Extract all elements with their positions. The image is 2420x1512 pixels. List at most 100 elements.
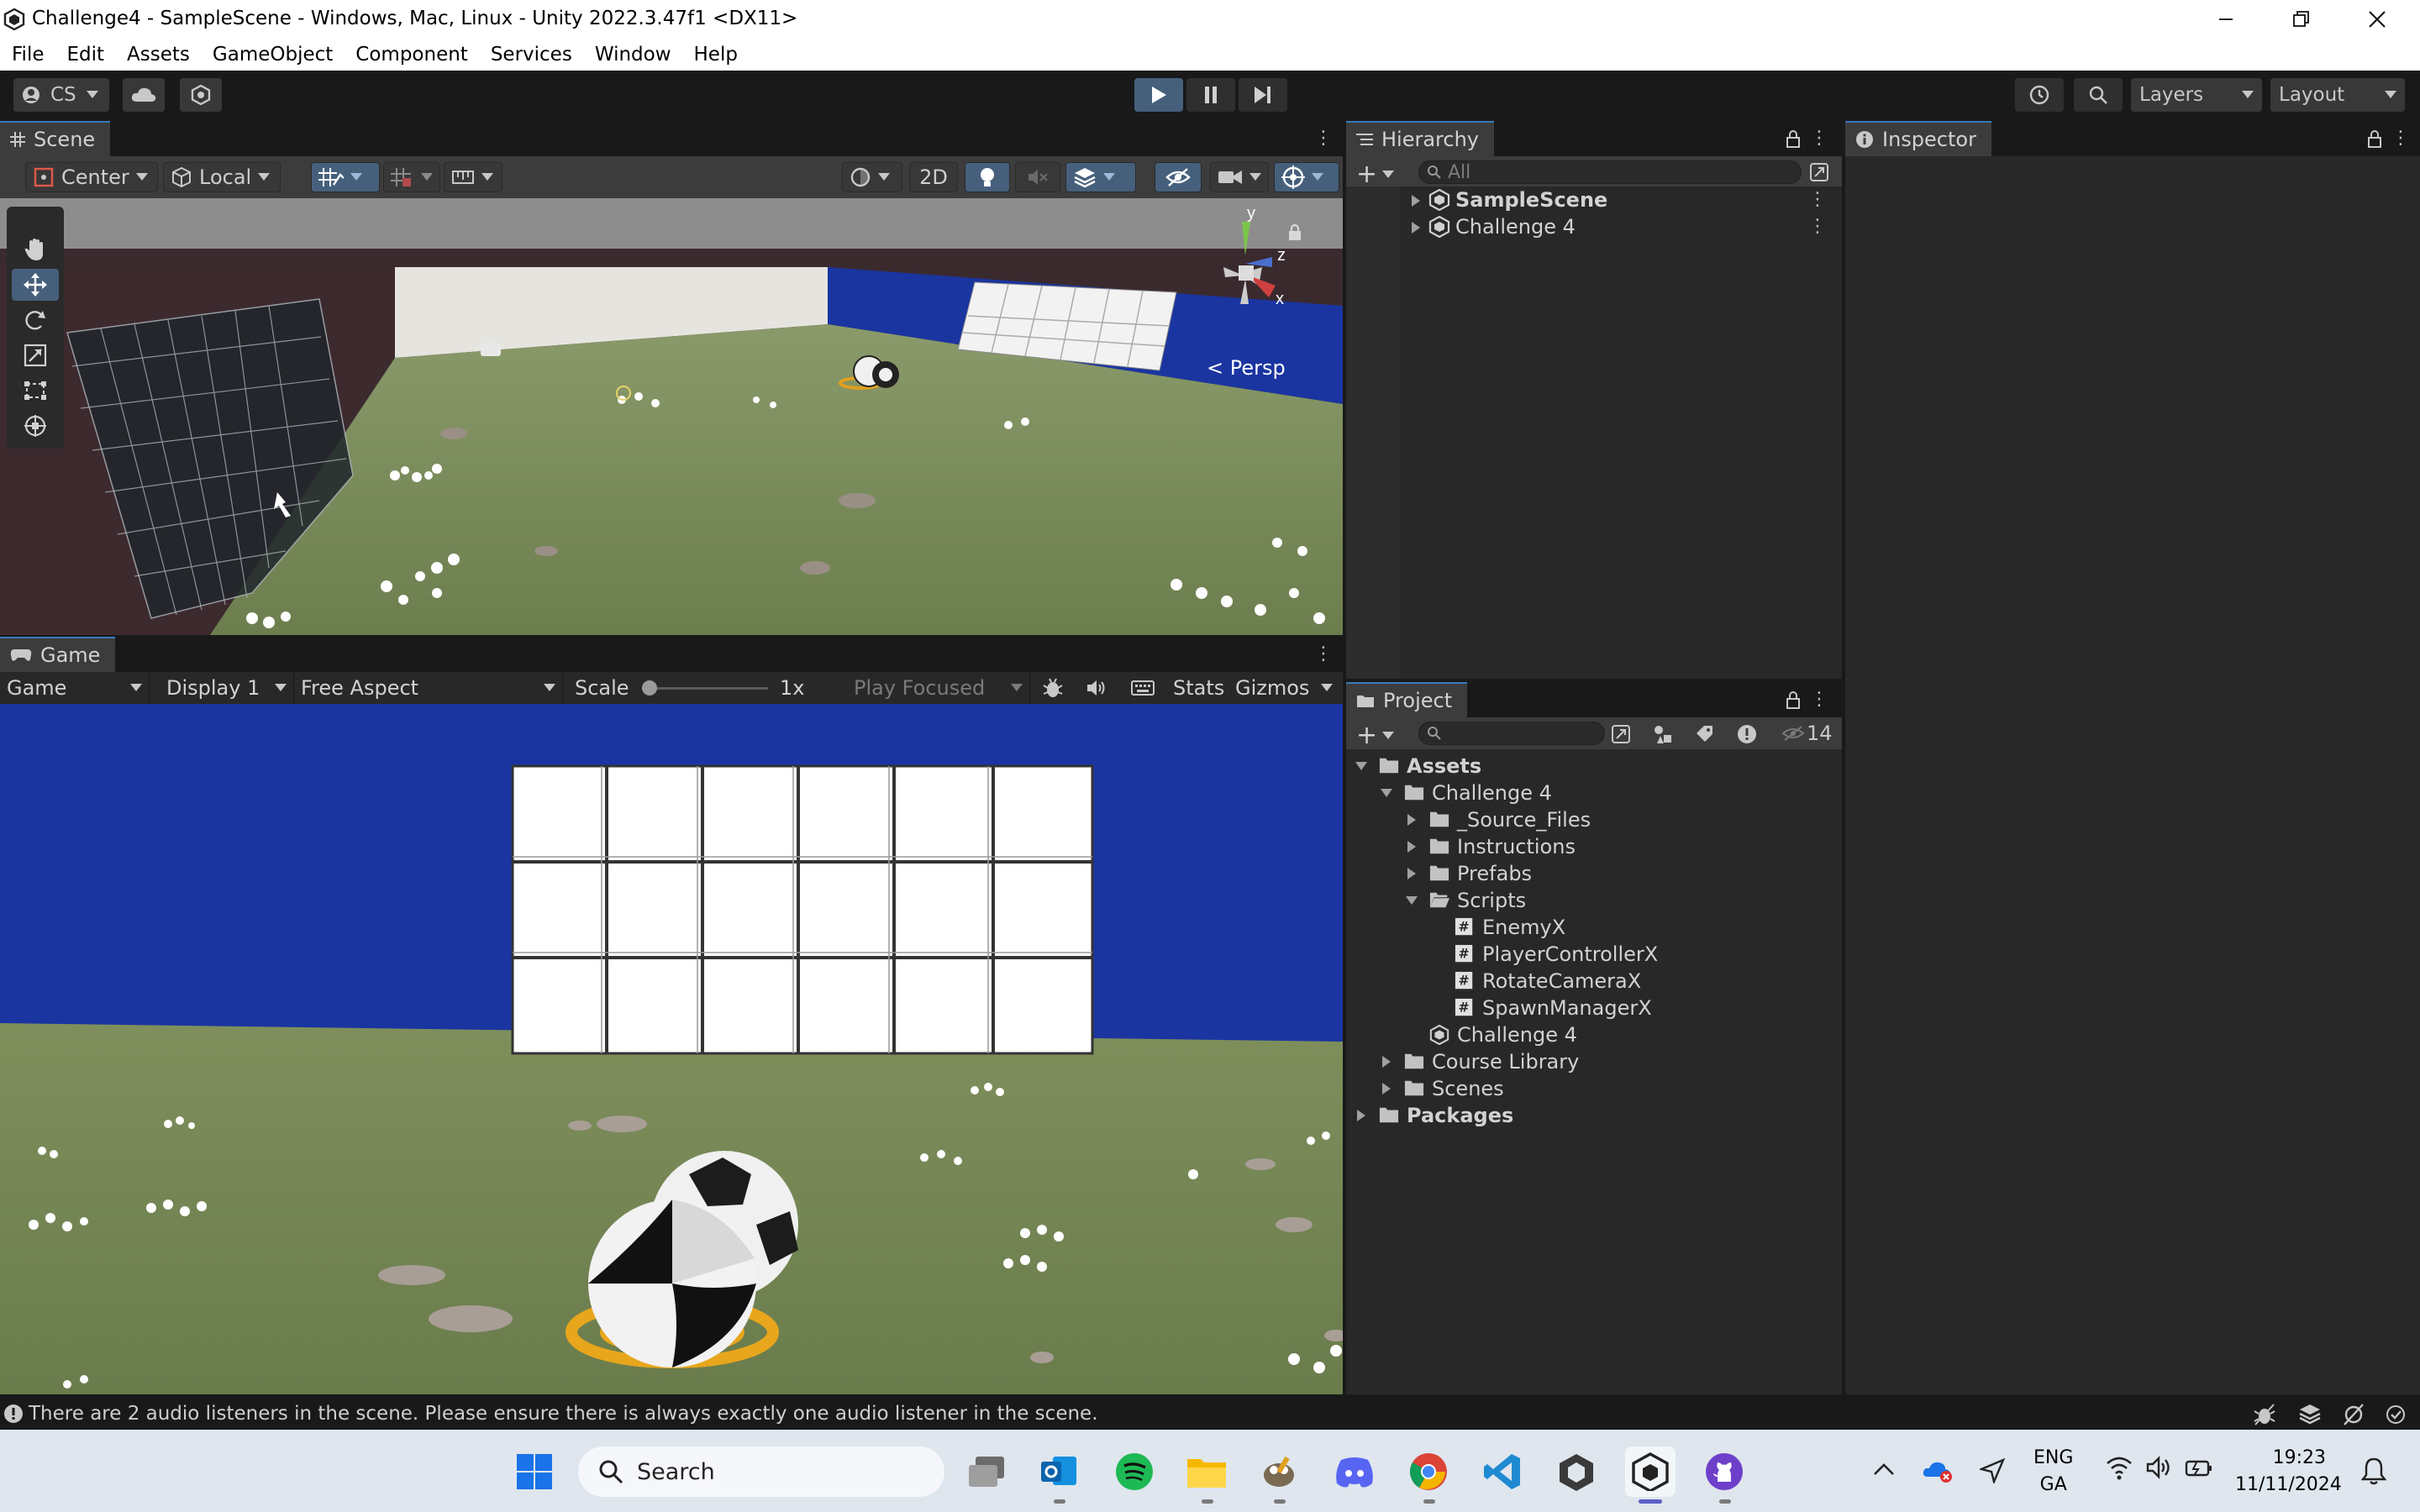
- tab-game[interactable]: Game: [0, 637, 116, 672]
- gimp-app[interactable]: [1254, 1446, 1304, 1504]
- unity-editor-app[interactable]: [1625, 1446, 1676, 1504]
- chevron-right-icon[interactable]: [1405, 867, 1418, 880]
- start-button[interactable]: [509, 1446, 560, 1497]
- create-dropdown[interactable]: +: [1356, 160, 1395, 189]
- search-scope-icon[interactable]: [1610, 723, 1632, 745]
- project-item-challenge4-folder[interactable]: Challenge 4: [1346, 780, 1842, 806]
- chevron-right-icon[interactable]: [1408, 220, 1423, 235]
- menu-gameobject[interactable]: GameObject: [213, 44, 333, 66]
- gizmos-dropdown-arrow[interactable]: [1321, 672, 1333, 704]
- tab-scene[interactable]: Scene: [0, 121, 111, 156]
- notifications-bell-icon[interactable]: [2361, 1457, 2386, 1485]
- debug-mode-icon[interactable]: [2252, 1403, 2277, 1426]
- chevron-down-icon[interactable]: [1380, 786, 1393, 800]
- hidden-packages-eye-icon[interactable]: [1781, 725, 1805, 742]
- pause-button[interactable]: [1186, 78, 1235, 112]
- display-dropdown[interactable]: Display 1: [160, 672, 294, 704]
- gizmo-lock-icon[interactable]: [1287, 223, 1302, 242]
- chevron-right-icon[interactable]: [1380, 1082, 1393, 1095]
- chevron-right-icon[interactable]: [1408, 193, 1423, 208]
- chevron-up-icon[interactable]: [1872, 1460, 1896, 1478]
- move-tool[interactable]: [12, 269, 59, 301]
- system-clock[interactable]: 19:23 11/11/2024: [2235, 1445, 2342, 1499]
- chevron-down-icon[interactable]: [1355, 759, 1368, 773]
- pivot-rotation-dropdown[interactable]: Local: [163, 162, 281, 192]
- create-asset-dropdown[interactable]: +: [1356, 721, 1395, 750]
- filter-by-type-icon[interactable]: [1652, 723, 1674, 745]
- tab-inspector[interactable]: Inspector: [1845, 121, 1991, 156]
- unity-hub-app[interactable]: [1551, 1446, 1602, 1497]
- lock-icon[interactable]: [1783, 689, 1803, 711]
- game-viewport[interactable]: [0, 704, 1343, 1394]
- project-item-spawnmanagerx[interactable]: # SpawnManagerX: [1346, 995, 1842, 1021]
- hierarchy-menu-icon[interactable]: ⋮: [1810, 128, 1828, 150]
- progress-check-icon[interactable]: [2383, 1403, 2408, 1426]
- hierarchy-item-menu-icon[interactable]: ⋮: [1808, 189, 1827, 210]
- minimize-button[interactable]: [2188, 0, 2264, 39]
- transform-tool[interactable]: [12, 410, 59, 442]
- project-item-prefabs[interactable]: Prefabs: [1346, 860, 1842, 887]
- file-explorer-app[interactable]: [1181, 1446, 1232, 1504]
- hierarchy-item-menu-icon[interactable]: ⋮: [1808, 216, 1827, 237]
- effects-dropdown[interactable]: [1065, 162, 1136, 192]
- pivot-mode-dropdown[interactable]: Center: [25, 162, 158, 192]
- menu-help[interactable]: Help: [694, 44, 738, 66]
- 2d-toggle[interactable]: 2D: [909, 162, 958, 192]
- menu-component[interactable]: Component: [355, 44, 468, 66]
- step-button[interactable]: [1239, 78, 1287, 112]
- gizmos-dropdown[interactable]: [1274, 162, 1339, 192]
- spotify-app[interactable]: [1109, 1446, 1160, 1497]
- game-view-dropdown[interactable]: Game: [0, 672, 150, 704]
- inspector-menu-icon[interactable]: ⋮: [2391, 128, 2410, 150]
- game-panel-menu-icon[interactable]: ⋮: [1314, 643, 1333, 665]
- stats-button[interactable]: Stats: [1173, 672, 1224, 704]
- chevron-right-icon[interactable]: [1355, 1109, 1368, 1122]
- menu-window[interactable]: Window: [595, 44, 671, 66]
- project-menu-icon[interactable]: ⋮: [1810, 689, 1828, 711]
- grid-snapping-toggle[interactable]: [311, 162, 380, 192]
- task-view-button[interactable]: [961, 1446, 1012, 1497]
- project-item-enemyx[interactable]: # EnemyX: [1346, 914, 1842, 941]
- play-mode-dropdown[interactable]: Play Focused: [847, 672, 1030, 704]
- project-item-challenge4-scene[interactable]: Challenge 4: [1346, 1021, 1842, 1048]
- hierarchy-search-input[interactable]: All: [1418, 160, 1802, 184]
- project-item-course-library[interactable]: Course Library: [1346, 1048, 1842, 1075]
- gizmos-button[interactable]: Gizmos: [1235, 672, 1309, 704]
- bug-toggle[interactable]: [1042, 672, 1064, 704]
- discord-app[interactable]: [1329, 1446, 1380, 1497]
- scale-slider-thumb[interactable]: [642, 680, 657, 696]
- auto-generate-lighting-icon[interactable]: [2341, 1403, 2366, 1426]
- scene-visibility-icon[interactable]: [1808, 161, 1830, 183]
- hierarchy-item-samplescene[interactable]: SampleScene ⋮: [1346, 186, 1842, 213]
- aspect-dropdown[interactable]: Free Aspect: [294, 672, 563, 704]
- lock-icon[interactable]: [1783, 128, 1803, 150]
- play-button[interactable]: [1134, 78, 1183, 112]
- layers-dropdown[interactable]: Layers: [2131, 78, 2262, 112]
- project-item-scripts[interactable]: Scripts: [1346, 887, 1842, 914]
- undo-history-button[interactable]: [2015, 78, 2064, 112]
- project-item-rotatecamerax[interactable]: # RotateCameraX: [1346, 968, 1842, 995]
- chevron-down-icon[interactable]: [1405, 894, 1418, 907]
- camera-settings-dropdown[interactable]: [1210, 162, 1269, 192]
- input-language-indicator[interactable]: ENG GA: [2033, 1445, 2073, 1499]
- github-desktop-app[interactable]: [1699, 1446, 1749, 1504]
- scene-viewport[interactable]: y z x < Persp: [0, 198, 1343, 635]
- lighting-toggle[interactable]: [965, 162, 1010, 192]
- tab-project[interactable]: Project: [1346, 682, 1468, 717]
- taskbar-search-box[interactable]: Search: [578, 1446, 944, 1497]
- project-item-source-files[interactable]: _Source_Files: [1346, 806, 1842, 833]
- tab-hierarchy[interactable]: Hierarchy: [1346, 121, 1495, 156]
- close-window-button[interactable]: [2339, 0, 2415, 39]
- hierarchy-item-challenge4[interactable]: Challenge 4 ⋮: [1346, 213, 1842, 240]
- projection-label[interactable]: < Persp: [1207, 356, 1286, 380]
- scale-tool[interactable]: [12, 339, 59, 371]
- layout-dropdown[interactable]: Layout: [2270, 78, 2405, 112]
- menu-services[interactable]: Services: [491, 44, 572, 66]
- rect-tool[interactable]: [12, 375, 59, 407]
- version-control-button[interactable]: [180, 78, 222, 112]
- project-search-input[interactable]: [1418, 722, 1605, 745]
- chrome-app[interactable]: [1403, 1446, 1454, 1504]
- menu-assets[interactable]: Assets: [127, 44, 190, 66]
- scale-slider[interactable]: [639, 672, 770, 704]
- project-item-playercontrollerx[interactable]: # PlayerControllerX: [1346, 941, 1842, 968]
